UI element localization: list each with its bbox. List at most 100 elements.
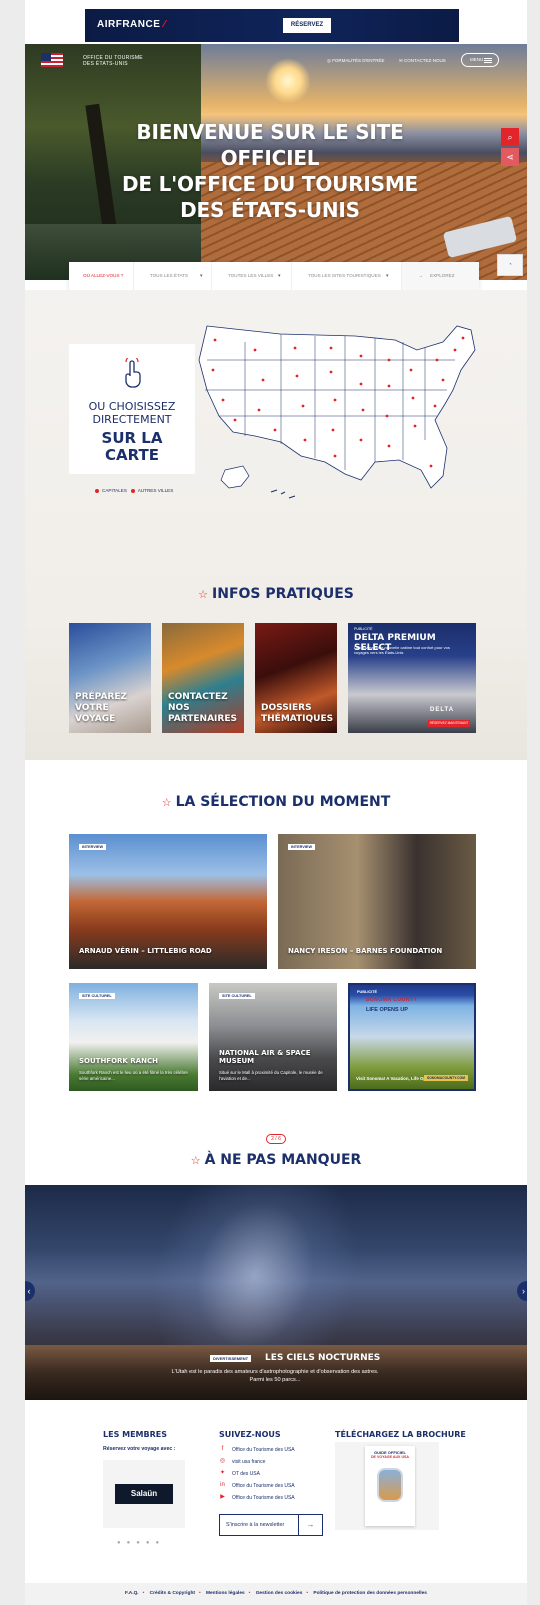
follow-heading: SUIVEZ-NOUS bbox=[219, 1430, 281, 1439]
hero: OFFICE DU TOURISME DES ÉTATS-UNIS ◎ FORM… bbox=[25, 44, 527, 280]
card-tag: SITE CULTUREL bbox=[79, 993, 115, 999]
card-title: ARNAUD VÉRIN – LITTLEBIG ROAD bbox=[79, 947, 212, 955]
carousel-dots[interactable]: ●●●●● bbox=[117, 1540, 177, 1546]
brochure-cover[interactable]: GUIDE OFFICIEL DE VOYAGE AUX USA bbox=[365, 1446, 415, 1526]
tile-label-1: DOSSIERS bbox=[261, 703, 312, 713]
cities-label: TOUTES LES VILLES bbox=[228, 273, 274, 278]
card-tag: SITE CULTUREL bbox=[219, 993, 255, 999]
social-label: Office du Tourisme des USA bbox=[232, 1494, 295, 1501]
share-icon[interactable]: ⋖ bbox=[501, 148, 519, 166]
carousel-next-icon[interactable]: › bbox=[517, 1281, 527, 1301]
card-southfork-ranch[interactable]: SITE CULTUREL SOUTHFORK RANCH Southfork … bbox=[69, 983, 198, 1091]
tile-label-1: PRÉPAREZ VOTRE bbox=[75, 692, 128, 713]
member-carousel[interactable]: Salaün bbox=[103, 1460, 185, 1528]
footer-links: F.A.Q. • Crédits & Copyright • Mentions lé… bbox=[25, 1583, 527, 1605]
legal-link[interactable]: Mentions légales bbox=[206, 1591, 245, 1596]
formalites-label: FORMALITÉS D'ENTRÉE bbox=[332, 58, 385, 63]
carousel-prev-icon[interactable]: ‹ bbox=[25, 1281, 35, 1301]
usa-flag-logo-icon[interactable] bbox=[41, 53, 63, 67]
youtube-link[interactable]: ▶ Office du Tourisme des USA bbox=[219, 1494, 295, 1501]
states-select[interactable]: TOUS LES ÉTATS ▾ bbox=[133, 262, 211, 290]
card-arnaud-verin[interactable]: INTERVIEW ARNAUD VÉRIN – LITTLEBIG ROAD bbox=[69, 834, 267, 969]
delta-promo-tile[interactable]: PUBLICITÉ DELTA PREMIUM SELECT Découvrez… bbox=[348, 623, 476, 733]
hero-title-line-1: BIENVENUE SUR LE SITE OFFICIEL bbox=[136, 120, 404, 170]
explore-label: EXPLOREZ bbox=[430, 273, 455, 278]
promo-book-button[interactable]: RÉSERVEZ MAINTENANT bbox=[428, 720, 470, 727]
map-legend: CAPITALES AUTRES VILLES bbox=[95, 488, 173, 493]
card-air-space-museum[interactable]: SITE CULTUREL NATIONAL AIR & SPACE MUSEU… bbox=[209, 983, 337, 1091]
credits-link[interactable]: Crédits & Copyright bbox=[150, 1591, 195, 1596]
instagram-link[interactable]: ◎ visit usa france bbox=[219, 1458, 265, 1465]
youtube-icon: ▶ bbox=[220, 1494, 225, 1500]
tile-preparez-voyage[interactable]: PRÉPAREZ VOTRE VOYAGE bbox=[69, 623, 151, 733]
members-subtitle: Réservez votre voyage avec : bbox=[103, 1446, 176, 1452]
hero-title-line-2: DE L'OFFICE DU TOURISME bbox=[121, 172, 419, 196]
delta-logo: DELTA bbox=[430, 707, 455, 713]
slide-counter: 2 / 6 bbox=[266, 1134, 286, 1144]
recaptcha-badge[interactable]: ◔ bbox=[497, 254, 523, 276]
contact-link[interactable]: ✉ CONTACTEZ-NOUS bbox=[399, 58, 446, 64]
footer: LES MEMBRES Réservez votre voyage avec :… bbox=[25, 1400, 527, 1605]
search-bar: OÙ ALLEZ-VOUS ? TOUS LES ÉTATS ▾ TOUTES L… bbox=[69, 262, 479, 290]
arrow-right-icon: → bbox=[298, 1515, 322, 1535]
tile-dossiers-thematiques[interactable]: DOSSIERS THÉMATIQUES bbox=[255, 623, 337, 733]
sites-label: TOUS LES SITES TOURISTIQUES bbox=[308, 273, 381, 278]
legend-cities: AUTRES VILLES bbox=[137, 488, 174, 493]
infos-title-text: INFOS PRATIQUES bbox=[212, 586, 354, 602]
slide-tag: DIVERTISSEMENT bbox=[210, 1355, 252, 1362]
menu-label: MENU bbox=[470, 57, 484, 62]
salaun-logo[interactable]: Salaün bbox=[115, 1484, 173, 1504]
slide-title: LES CIELS NOCTURNES bbox=[265, 1353, 381, 1363]
search-question: OÙ ALLEZ-VOUS ? bbox=[83, 273, 124, 278]
card-nancy-ireson[interactable]: INTERVIEW NANCY IRESON – BARNES FOUNDATI… bbox=[278, 834, 476, 969]
twitter-icon: ✦ bbox=[219, 1470, 226, 1476]
promo-button[interactable]: SONOMACOUNTY.COM bbox=[423, 1075, 468, 1081]
hamburger-icon bbox=[484, 58, 492, 63]
a-ne-pas-manquer-heading: ☆ À NE PAS MANQUER bbox=[25, 1152, 527, 1168]
twitter-link[interactable]: ✦ OT des USA bbox=[219, 1470, 260, 1477]
social-label: OT des USA bbox=[232, 1470, 260, 1477]
newsletter-button[interactable]: S'inscrire à la newsletter → bbox=[219, 1514, 323, 1536]
sun-glow bbox=[265, 58, 311, 104]
capital-dot-icon bbox=[95, 488, 99, 493]
usa-map[interactable] bbox=[185, 320, 485, 510]
privacy-link[interactable]: Politique de protection des données pers… bbox=[313, 1591, 427, 1596]
card-title: NATIONAL AIR & SPACE MUSEUM bbox=[219, 1049, 311, 1065]
cookies-link[interactable]: Gestion des cookies bbox=[256, 1591, 303, 1596]
card-title: SOUTHFORK RANCH bbox=[79, 1057, 158, 1065]
cities-select[interactable]: TOUTES LES VILLES ▾ bbox=[211, 262, 291, 290]
sonoma-promo-card[interactable]: PUBLICITÉ SONOMA COUNTY LIFE OPENS UP Vi… bbox=[348, 983, 476, 1091]
search-icon[interactable]: ⌕ bbox=[501, 128, 519, 146]
explore-button[interactable]: → EXPLOREZ bbox=[401, 262, 479, 290]
carousel-slide[interactable]: DIVERTISSEMENT LES CIELS NOCTURNES L'Uta… bbox=[25, 1185, 527, 1400]
selection-heading: ☆ LA SÉLECTION DU MOMENT bbox=[25, 794, 527, 810]
site-logo-text[interactable]: OFFICE DU TOURISME DES ÉTATS-UNIS bbox=[83, 55, 143, 67]
contact-label: CONTACTEZ-NOUS bbox=[404, 58, 446, 63]
facebook-link[interactable]: f Office du Tourisme des USA bbox=[219, 1446, 295, 1453]
card-tag: INTERVIEW bbox=[288, 844, 316, 850]
map-line-3: SUR LA bbox=[101, 429, 163, 447]
linkedin-link[interactable]: in Office du Tourisme des USA bbox=[219, 1482, 294, 1489]
star-icon: ☆ bbox=[190, 1154, 201, 1167]
brochure-download[interactable]: GUIDE OFFICIEL DE VOYAGE AUX USA bbox=[335, 1442, 439, 1530]
air-france-banner[interactable]: AIRFRANCE ⁄ RÉSERVEZ bbox=[85, 9, 459, 42]
airplane-window-image bbox=[377, 1468, 403, 1502]
tile-label: CONTACTEZ NOS PARTENAIRES bbox=[168, 692, 244, 725]
promo-subtitle: LIFE OPENS UP bbox=[366, 1007, 408, 1013]
card-tag: INTERVIEW bbox=[79, 844, 107, 850]
ad-banner[interactable]: AIRFRANCE ⁄ RÉSERVEZ bbox=[25, 0, 527, 44]
reservez-ad-button[interactable]: RÉSERVEZ bbox=[283, 18, 331, 33]
map-section: OU CHOISISSEZ DIRECTEMENT SUR LA CARTE CAP… bbox=[25, 290, 527, 760]
faq-link[interactable]: F.A.Q. bbox=[125, 1591, 139, 1596]
social-label: Office du Tourisme des USA bbox=[232, 1446, 295, 1453]
sites-select[interactable]: TOUS LES SITES TOURISTIQUES ▾ bbox=[291, 262, 401, 290]
star-icon: ☆ bbox=[198, 588, 209, 601]
tile-contactez-partenaires[interactable]: CONTACTEZ NOS PARTENAIRES bbox=[162, 623, 244, 733]
tile-label-2: THÉMATIQUES bbox=[261, 714, 334, 724]
menu-button[interactable]: MENU bbox=[461, 53, 499, 67]
formalites-link[interactable]: ◎ FORMALITÉS D'ENTRÉE bbox=[327, 58, 385, 64]
selection-title-text: LA SÉLECTION DU MOMENT bbox=[175, 794, 391, 810]
card-title: NANCY IRESON – BARNES FOUNDATION bbox=[288, 947, 443, 955]
chevron-down-icon: ▾ bbox=[200, 273, 203, 279]
promo-tag: PUBLICITÉ bbox=[354, 627, 373, 631]
